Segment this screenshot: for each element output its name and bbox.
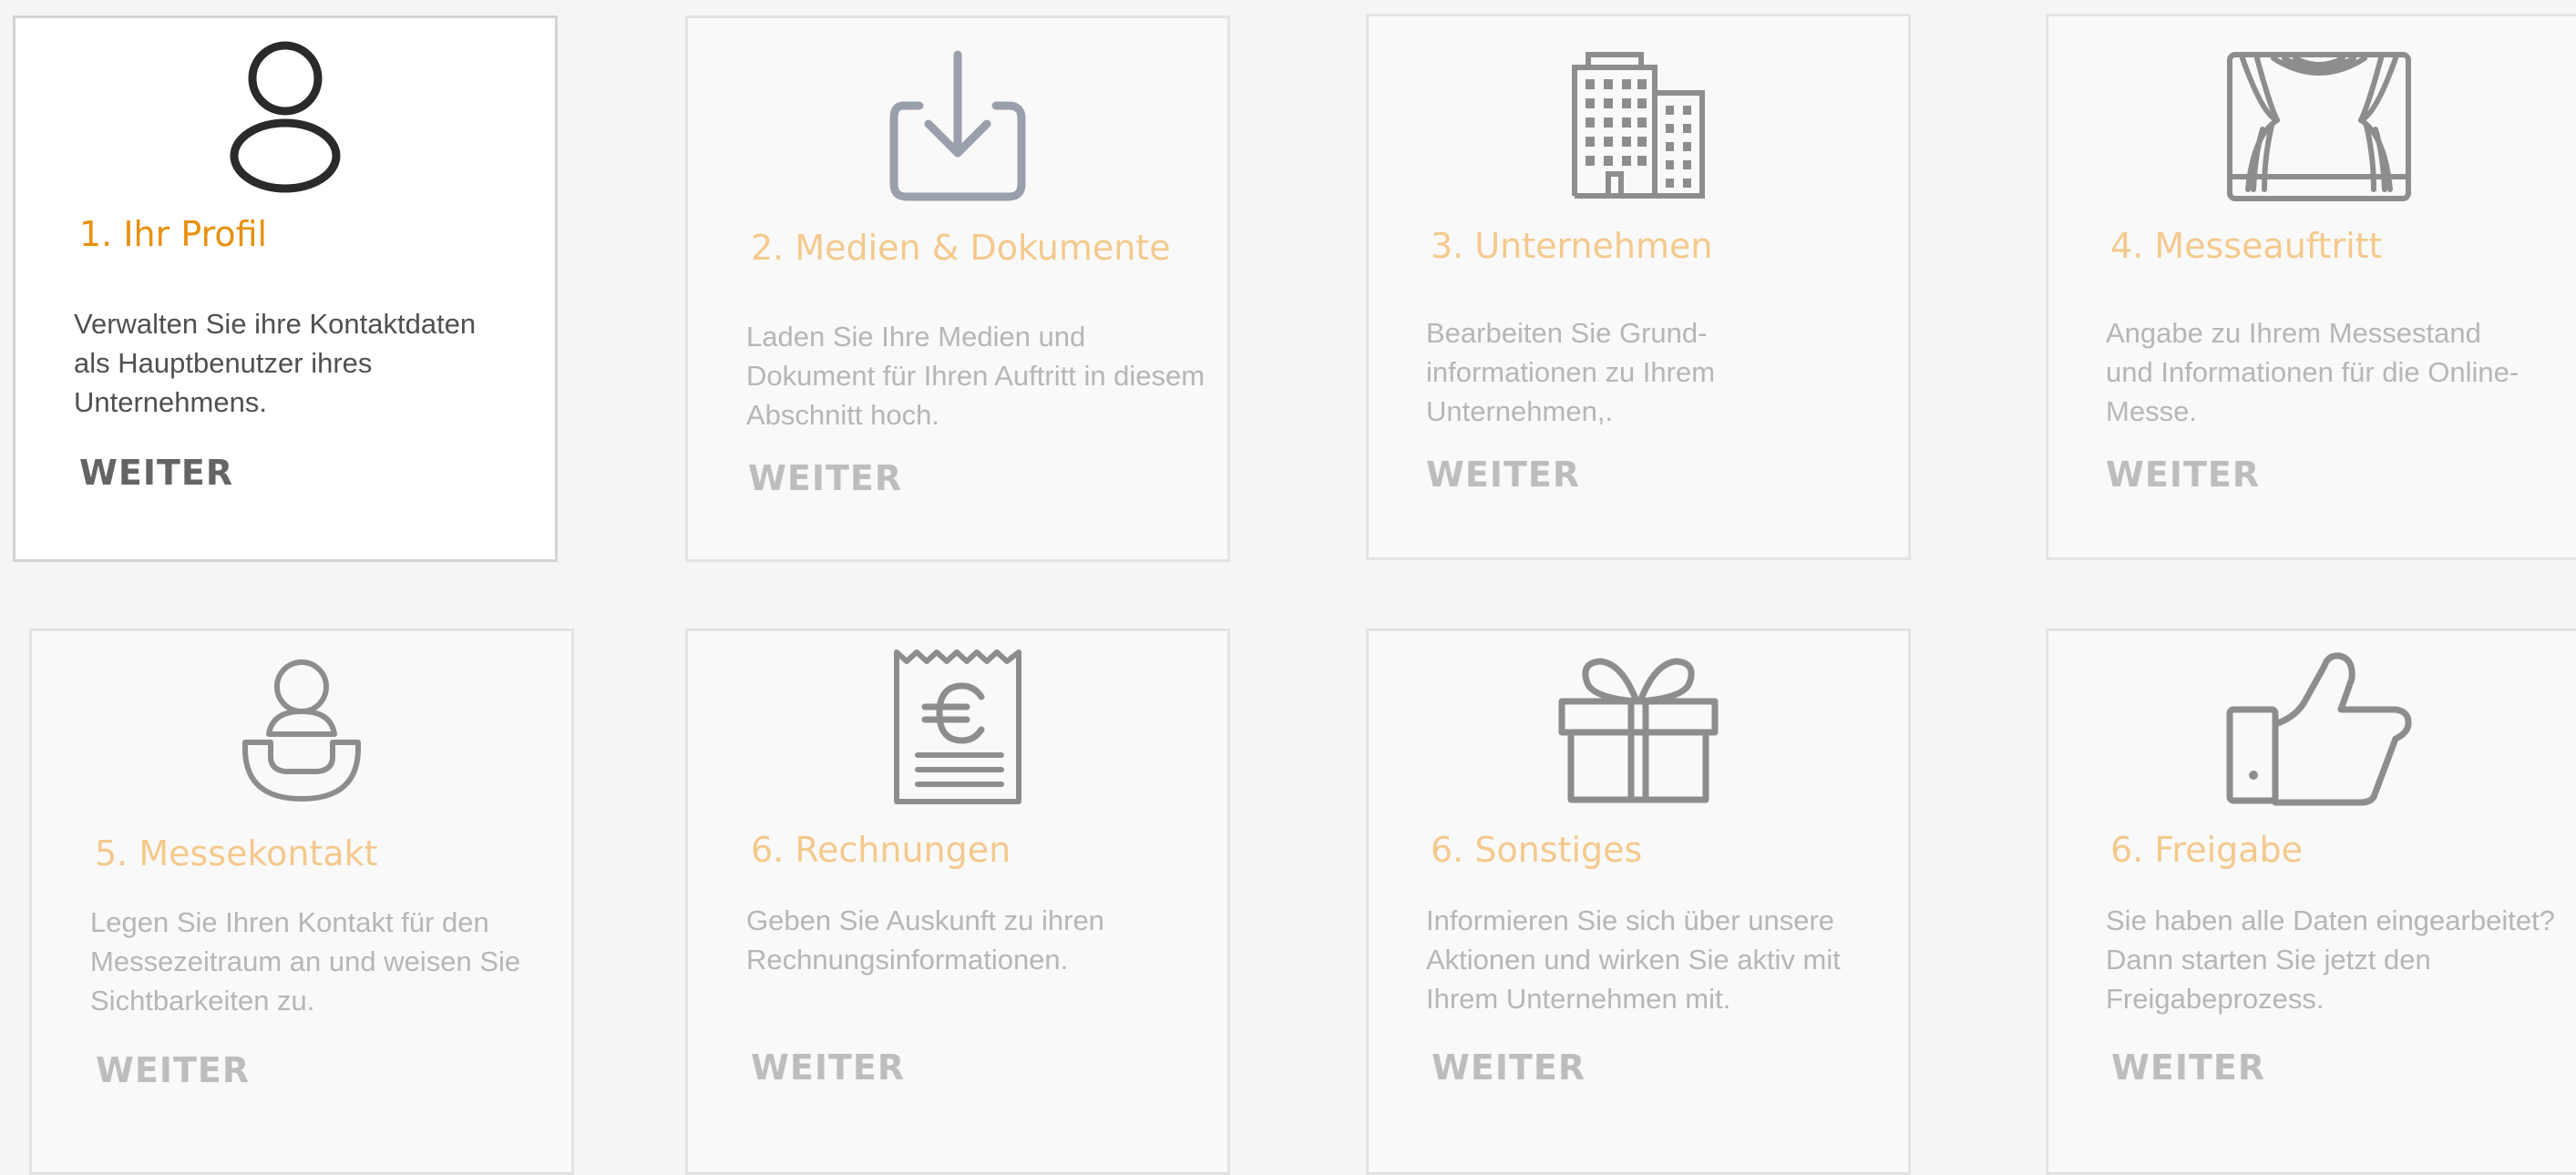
card-description: Bearbeiten Sie Grund-informationen zu Ih… (1426, 317, 1716, 427)
card-title: 1. Ihr Profil (79, 214, 268, 254)
card-title: 5. Messekontakt (95, 833, 378, 874)
card-title: 6. Freigabe (2110, 830, 2304, 870)
card-title: 4. Messeauftritt (2110, 226, 2383, 266)
building-icon (1369, 51, 1908, 199)
stage-curtain-icon (2048, 51, 2576, 202)
card-title: 6. Sonstiges (1431, 830, 1643, 870)
card-title: 2. Medien & Dokumente (751, 228, 1171, 268)
card-description: Geben Sie Auskunft zu ihren Rechnungsinf… (746, 904, 1104, 976)
card-description: Laden Sie Ihre Medien und Dokument für I… (746, 321, 1206, 431)
weiter-button[interactable]: WEITER (2111, 1050, 2265, 1085)
contact-phone-icon (32, 657, 571, 804)
gift-icon (1369, 654, 1908, 803)
card-description: Verwalten Sie ihre Kontaktdaten als Haup… (74, 308, 477, 418)
weiter-button[interactable]: WEITER (1426, 457, 1580, 492)
weiter-button[interactable]: WEITER (79, 455, 233, 490)
card-trade-fair-appearance[interactable]: 4. Messeauftritt Angabe zu Ihrem Messest… (2046, 14, 2576, 560)
card-description: Informieren Sie sich über unsere Aktione… (1426, 904, 1841, 1015)
card-profile[interactable]: 1. Ihr Profil Verwalten Sie ihre Kontakt… (13, 15, 558, 562)
card-description: Angabe zu Ihrem Messestand und Informati… (2106, 317, 2520, 427)
card-trade-fair-contact[interactable]: 5. Messekontakt Legen Sie Ihren Kontakt … (29, 628, 574, 1175)
card-media-documents[interactable]: 2. Medien & Dokumente Laden Sie Ihre Med… (685, 15, 1230, 562)
weiter-button[interactable]: WEITER (96, 1053, 250, 1088)
card-description: Sie haben alle Daten eingearbeitet? Dann… (2106, 904, 2555, 1015)
card-title: 3. Unternehmen (1431, 226, 1713, 266)
user-icon (15, 36, 555, 200)
card-invoices[interactable]: 6. Rechnungen Geben Sie Auskunft zu ihre… (685, 628, 1230, 1175)
thumbs-up-icon (2048, 651, 2576, 806)
weiter-button[interactable]: WEITER (2106, 457, 2260, 492)
card-title: 6. Rechnungen (751, 830, 1011, 870)
card-approval[interactable]: 6. Freigabe Sie haben alle Daten eingear… (2046, 628, 2576, 1175)
upload-icon (688, 36, 1227, 201)
card-company[interactable]: 3. Unternehmen Bearbeiten Sie Grund-info… (1366, 14, 1911, 560)
euro-receipt-icon (688, 649, 1227, 804)
card-description: Legen Sie Ihren Kontakt für den Messezei… (90, 906, 521, 1017)
weiter-button[interactable]: WEITER (751, 1050, 905, 1085)
card-miscellaneous[interactable]: 6. Sonstiges Informieren Sie sich über u… (1366, 628, 1911, 1175)
weiter-button[interactable]: WEITER (748, 461, 902, 496)
weiter-button[interactable]: WEITER (1432, 1050, 1586, 1085)
